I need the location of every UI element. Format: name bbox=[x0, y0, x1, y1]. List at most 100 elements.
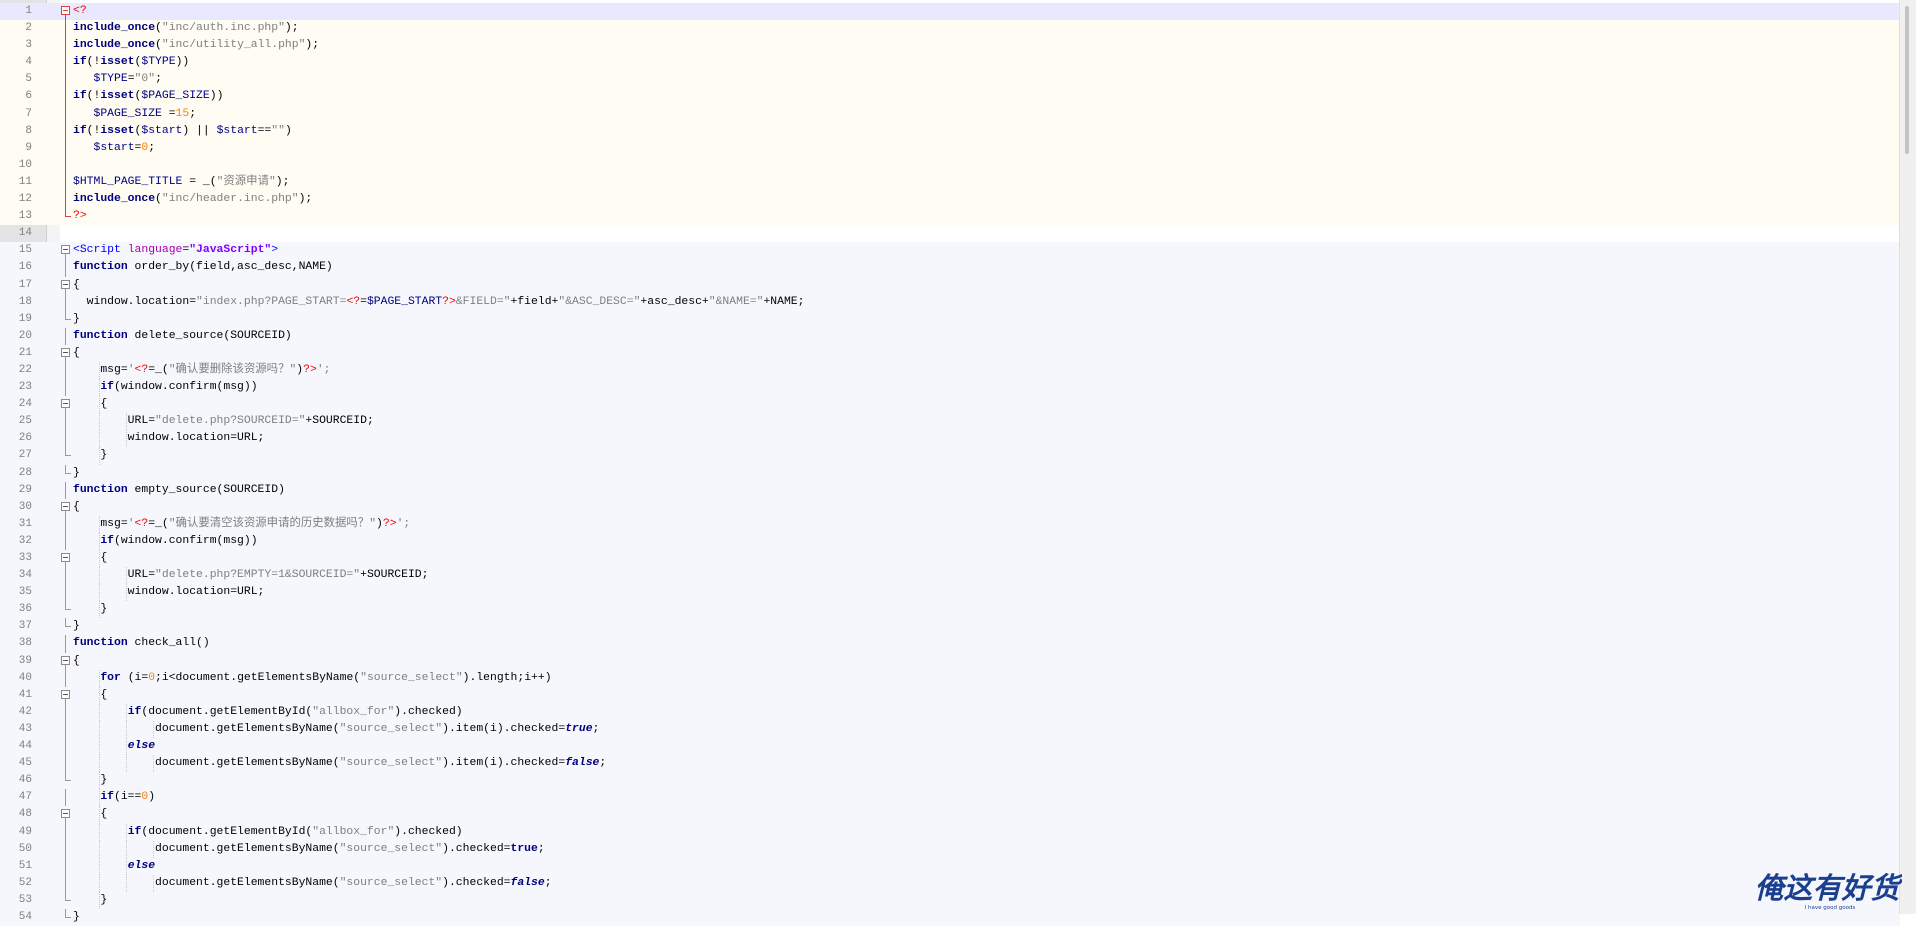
code-line[interactable]: 1 <? bbox=[0, 3, 1900, 21]
code-line[interactable]: 52 document.getElementsByName("source_se… bbox=[0, 874, 1900, 892]
fold-line-icon bbox=[60, 156, 72, 174]
code-line[interactable]: 27 } bbox=[0, 447, 1900, 465]
code-token: { bbox=[73, 808, 108, 821]
fold-toggle-icon[interactable] bbox=[60, 396, 72, 415]
code-line[interactable]: 13 ?> bbox=[0, 208, 1900, 226]
code-line[interactable]: 24 { bbox=[0, 396, 1900, 415]
code-token: ) bbox=[284, 124, 292, 137]
fold-toggle-icon[interactable] bbox=[60, 499, 72, 517]
fold-toggle-icon[interactable] bbox=[60, 687, 72, 705]
scrollbar-thumb[interactable] bbox=[1905, 6, 1909, 154]
code-token: "&ASC_DESC=" bbox=[558, 295, 641, 308]
code-token: include_once bbox=[73, 39, 156, 52]
fold-toggle-icon[interactable] bbox=[60, 3, 72, 21]
code-token: ( bbox=[155, 39, 162, 52]
fold-toggle-icon[interactable] bbox=[60, 242, 72, 261]
fold-line-icon bbox=[60, 71, 72, 89]
code-token: ?> bbox=[442, 295, 456, 308]
code-line[interactable]: 46 } bbox=[0, 772, 1900, 790]
fold-line-icon bbox=[60, 191, 72, 209]
code-line[interactable]: 4 if(!isset($TYPE)) bbox=[0, 54, 1900, 72]
code-line[interactable]: 9 $start=0; bbox=[0, 139, 1900, 157]
code-line[interactable]: 16 function order_by(field,asc_desc,NAME) bbox=[0, 259, 1900, 277]
code-line[interactable]: 25 URL="delete.php?SOURCEID="+SOURCEID; bbox=[0, 413, 1900, 431]
code-token: isset bbox=[100, 56, 135, 69]
code-line[interactable]: 20 function delete_source(SOURCEID) bbox=[0, 327, 1900, 345]
code-line[interactable]: 14 bbox=[0, 225, 1900, 242]
code-token: ).item(i).checked= bbox=[442, 722, 566, 735]
code-token: else bbox=[127, 859, 156, 872]
vertical-scrollbar[interactable] bbox=[1899, 0, 1916, 914]
line-code: $start=0; bbox=[73, 140, 156, 157]
code-line[interactable]: 17 { bbox=[0, 276, 1900, 295]
code-line[interactable]: 21 { bbox=[0, 344, 1900, 363]
fold-toggle-icon[interactable] bbox=[60, 277, 72, 295]
code-line[interactable]: 32 if(window.confirm(msg)) bbox=[0, 532, 1900, 550]
code-line[interactable]: 36 } bbox=[0, 601, 1900, 619]
code-line[interactable]: 38 function check_all() bbox=[0, 635, 1900, 653]
code-line[interactable]: 28} bbox=[0, 464, 1900, 482]
code-token: = bbox=[161, 107, 176, 120]
fold-end-icon bbox=[60, 310, 72, 328]
code-token: ).checked= bbox=[442, 842, 511, 855]
code-line[interactable]: 22 msg='<?=_("确认要删除该资源吗？")?>'; bbox=[0, 361, 1900, 380]
code-line[interactable]: 43 document.getElementsByName("source_se… bbox=[0, 720, 1900, 739]
code-line[interactable]: 29 function empty_source(SOURCEID) bbox=[0, 481, 1900, 499]
code-line[interactable]: 31 msg='<?=_("确认要清空该资源申请的历史数据吗？")?>'; bbox=[0, 515, 1900, 533]
code-line[interactable]: 34 URL="delete.php?EMPTY=1&SOURCEID="+SO… bbox=[0, 567, 1900, 585]
code-token: ; bbox=[599, 757, 607, 770]
line-number: 52 bbox=[18, 876, 32, 889]
code-token: if bbox=[73, 56, 87, 69]
fold-line-icon bbox=[60, 88, 72, 106]
code-line[interactable]: 45 document.getElementsByName("source_se… bbox=[0, 755, 1900, 773]
code-token: $PAGE_START bbox=[366, 295, 443, 308]
code-line[interactable]: 2 include_once("inc/auth.inc.php"); bbox=[0, 20, 1900, 38]
code-token: (! bbox=[86, 56, 101, 69]
code-line[interactable]: 42 if(document.getElementById("allbox_fo… bbox=[0, 703, 1900, 721]
line-code: for (i=0;i<document.getElementsByName("s… bbox=[73, 670, 551, 687]
code-line[interactable]: 30 { bbox=[0, 498, 1900, 517]
code-line[interactable]: 19} bbox=[0, 310, 1900, 328]
code-line[interactable]: 48 { bbox=[0, 806, 1900, 825]
code-line[interactable]: 12 include_once("inc/header.inc.php"); bbox=[0, 191, 1900, 209]
code-line[interactable]: 26 window.location=URL; bbox=[0, 430, 1900, 448]
code-line[interactable]: 51 else bbox=[0, 857, 1900, 875]
code-line[interactable]: 5 $TYPE="0"; bbox=[0, 71, 1900, 89]
code-line[interactable]: 3 include_once("inc/utility_all.php"); bbox=[0, 37, 1900, 55]
code-line[interactable]: 44 else bbox=[0, 738, 1900, 756]
code-line[interactable]: 41 { bbox=[0, 686, 1900, 705]
line-number: 36 bbox=[18, 603, 32, 616]
code-editor[interactable]: 1 <? 2 include_once("inc/auth.inc.php"); 3 in… bbox=[0, 0, 1916, 926]
code-line[interactable]: 54} bbox=[0, 908, 1900, 926]
code-line[interactable]: 35 window.location=URL; bbox=[0, 584, 1900, 602]
code-line[interactable]: 18 window.location="index.php?PAGE_START… bbox=[0, 293, 1900, 311]
line-number: 14 bbox=[18, 227, 32, 240]
code-line[interactable]: 50 document.getElementsByName("source_se… bbox=[0, 840, 1900, 858]
fold-toggle-icon[interactable] bbox=[60, 653, 72, 671]
code-line[interactable]: 37} bbox=[0, 618, 1900, 636]
code-line[interactable]: 11 $HTML_PAGE_TITLE = _("资源申请"); bbox=[0, 173, 1900, 192]
fold-toggle-icon[interactable] bbox=[60, 550, 72, 568]
code-line[interactable]: 47 if(i==0) bbox=[0, 789, 1900, 807]
code-token: ; bbox=[155, 73, 162, 86]
code-line[interactable]: 6 if(!isset($PAGE_SIZE)) bbox=[0, 88, 1900, 106]
code-line[interactable]: 7 $PAGE_SIZE =15; bbox=[0, 105, 1900, 123]
code-line[interactable]: 40 for (i=0;i<document.getElementsByName… bbox=[0, 669, 1900, 687]
code-line[interactable]: 10 bbox=[0, 156, 1900, 174]
line-code: if(!isset($PAGE_SIZE)) bbox=[73, 88, 223, 105]
code-line[interactable]: 8 if(!isset($start) || $start=="") bbox=[0, 122, 1900, 140]
code-token: (document.getElementById( bbox=[141, 825, 313, 838]
fold-toggle-icon[interactable] bbox=[60, 806, 72, 825]
code-line[interactable]: 15 <Script language="JavaScript"> bbox=[0, 242, 1900, 261]
line-code: window.location=URL; bbox=[73, 430, 265, 447]
fold-toggle-icon[interactable] bbox=[60, 345, 72, 363]
code-line[interactable]: 53 } bbox=[0, 891, 1900, 909]
code-line[interactable]: 39 { bbox=[0, 652, 1900, 671]
code-line[interactable]: 23 if(window.confirm(msg)) bbox=[0, 379, 1900, 397]
code-line[interactable]: 33 { bbox=[0, 550, 1900, 568]
code-line[interactable]: 49 if(document.getElementById("allbox_fo… bbox=[0, 823, 1900, 841]
code-token: check_all() bbox=[127, 637, 210, 650]
